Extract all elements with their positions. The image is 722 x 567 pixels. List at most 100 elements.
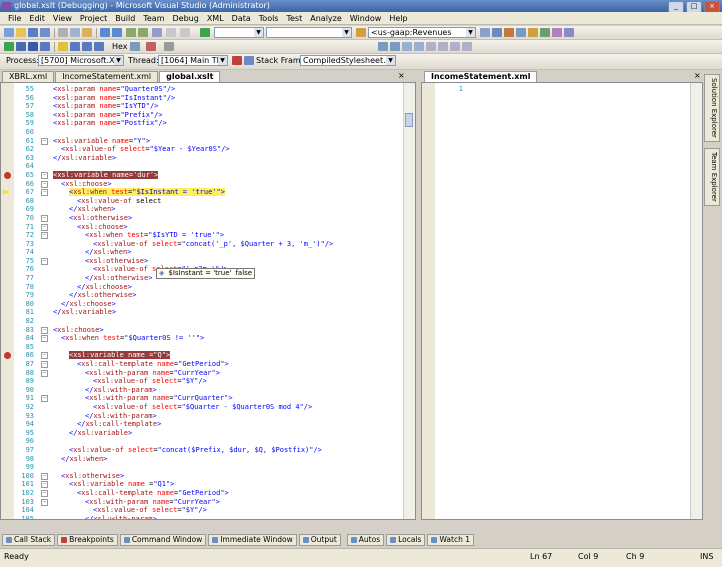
code-line[interactable]: 88− <xsl:with-param name="CurrYear"> [1,369,403,378]
code-line[interactable]: 81 </xsl:variable> [1,308,403,317]
code-line[interactable]: 89 <xsl:value-of select="$Y"/> [1,377,403,386]
close-tab-icon[interactable]: × [398,71,405,80]
menu-team[interactable]: Team [139,12,168,25]
code-line[interactable]: 80 </xsl:choose> [1,300,403,309]
solution-config-combo[interactable]: ▼ [214,27,264,38]
code-line[interactable]: 73 <xsl:value-of select="concat('_p', $Qu… [1,240,403,249]
code-line[interactable]: 95 </xsl:variable> [1,429,403,438]
menu-file[interactable]: File [4,12,25,25]
locals-tab[interactable]: Locals [386,534,426,546]
code-line[interactable]: 99 [1,463,403,472]
code-line[interactable]: 82 [1,317,403,326]
bookmark-icon[interactable] [426,42,436,51]
code-line[interactable]: 97 <xsl:value-of select="concat($Prefix, … [1,446,403,455]
breakpoints-tab[interactable]: Breakpoints [57,534,118,546]
command-window-tab[interactable]: Command Window [119,534,207,546]
tab-global-xslt[interactable]: global.xslt [159,71,221,82]
code-editor[interactable]: 55 <xsl:param name="Quarter0S"/> 56 <xsl:pa… [0,82,416,520]
undo-icon[interactable] [100,28,110,37]
code-line[interactable]: 69 </xsl:when> [1,205,403,214]
menu-window[interactable]: Window [346,12,386,25]
code-line[interactable]: 59 <xsl:param name="Postfix"/> [1,119,403,128]
call-stack-tab[interactable]: Call Stack [2,534,56,546]
collapse-icon[interactable]: − [41,180,48,188]
code-line[interactable]: 65− <xsl:variable name='dur'> [1,170,403,180]
code-line[interactable]: 74 </xsl:when> [1,248,403,257]
code-line[interactable]: 84− <xsl:when test="$Quarter0S != ''"> [1,334,403,343]
collapse-icon[interactable]: − [41,498,48,506]
code-line[interactable]: 85 [1,343,403,352]
next-bookmark-icon[interactable] [450,42,460,51]
collapse-icon[interactable]: − [41,137,48,145]
code-line[interactable]: 101− <xsl:variable name ="Q1"> [1,480,403,489]
object-browser-icon[interactable] [516,28,526,37]
xml-comment-icon[interactable] [402,42,412,51]
collapse-icon[interactable]: − [41,257,48,265]
code-line[interactable]: 94 </xsl:call-template> [1,420,403,429]
tab-right-incomestatement-xml[interactable]: IncomeStatement.xml [424,71,538,82]
menu-analyze[interactable]: Analyze [306,12,346,25]
properties-icon[interactable] [504,28,514,37]
immediate-window-tab[interactable]: Immediate Window [208,534,297,546]
editor-scrollbar[interactable] [403,83,415,519]
step-over-icon[interactable] [82,42,92,51]
navigate-forward-icon[interactable] [138,28,148,37]
solution-platform-combo[interactable]: ▼ [266,27,352,38]
code-line[interactable]: 57 <xsl:param name="IsYTD"/> [1,102,403,111]
menu-tools[interactable]: Tools [255,12,283,25]
paste-icon[interactable] [82,28,92,37]
close-right-tab-icon[interactable]: × [694,71,701,80]
pin-icon[interactable]: ◈ [159,269,164,278]
collapse-icon[interactable]: − [41,171,48,179]
stop-debugging-icon[interactable] [28,42,38,51]
scroll-thumb[interactable] [405,113,413,127]
menu-data[interactable]: Data [228,12,255,25]
collapse-icon[interactable]: − [41,352,48,360]
navigate-back-icon[interactable] [126,28,136,37]
code-line[interactable]: 87− <xsl:call-template name="GetPeriod"> [1,360,403,369]
restart-icon[interactable] [40,42,50,51]
copy-icon[interactable] [70,28,80,37]
breakpoints-window-icon[interactable] [130,42,140,51]
code-line[interactable]: 60 [1,128,403,137]
class-view-icon[interactable] [540,28,550,37]
code-line[interactable]: 68 <xsl:value-of select [1,197,403,206]
stack-frame-combo[interactable]: CompiledStylesheet.dll!<xsl:▼ [300,55,396,66]
watch-1-tab[interactable]: Watch 1 [427,534,474,546]
hex-display-toggle[interactable]: Hex [112,41,128,53]
open-file-icon[interactable] [16,28,26,37]
menu-build[interactable]: Build [111,12,139,25]
code-line[interactable]: 96 [1,437,403,446]
code-line[interactable]: 67− <xsl:when test="$IsInstant = 'true'"> [1,188,403,197]
toolbar-options-icon[interactable] [164,42,174,51]
xml-indent-icon[interactable] [378,42,388,51]
breakpoint-icon[interactable] [4,171,11,179]
tab-xbrl-xml[interactable]: XBRL.xml [2,71,55,82]
breakpoint-icon[interactable] [4,352,11,360]
code-line[interactable]: 79 </xsl:otherwise> [1,291,403,300]
start-debugging-icon[interactable] [200,28,210,37]
toolbox-icon[interactable] [528,28,538,37]
code-line[interactable]: 64 [1,162,403,171]
code-line[interactable]: 58 <xsl:param name="Prefix"/> [1,111,403,120]
continue-icon[interactable] [4,42,14,51]
solution-explorer-icon[interactable] [492,28,502,37]
code-line[interactable]: 83− <xsl:choose> [1,326,403,335]
collapse-icon[interactable]: − [41,361,48,368]
cut-icon[interactable] [58,28,68,37]
code-line[interactable]: 63 </xsl:variable> [1,154,403,163]
step-out-icon[interactable] [94,42,104,51]
collapse-icon[interactable]: − [41,472,48,480]
code-line[interactable]: 55 <xsl:param name="Quarter0S"/> [1,85,403,94]
collapse-icon[interactable]: − [41,214,48,222]
code-line[interactable]: 75− <xsl:otherwise> [1,257,403,266]
debug-windows-icon[interactable] [146,42,156,51]
solution-platform-icon[interactable] [152,28,162,37]
collapse-icon[interactable]: − [41,189,48,197]
code-line[interactable]: 56 <xsl:param name="IsInstant"/> [1,94,403,103]
comment-icon[interactable] [166,28,176,37]
save-all-icon[interactable] [40,28,50,37]
code-line[interactable]: 70− <xsl:otherwise> [1,214,403,223]
find-icon[interactable] [480,28,490,37]
code-line[interactable]: 98 </xsl:when> [1,455,403,464]
